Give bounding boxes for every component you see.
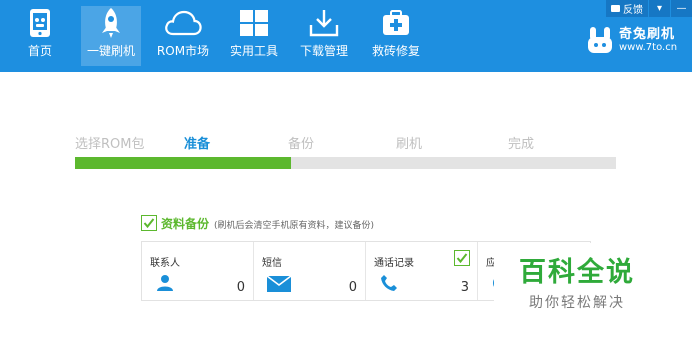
nav-one-click-flash-label: 一键刷机 — [86, 44, 135, 58]
progress-bar — [75, 157, 616, 169]
brand-url: www.7to.cn — [619, 41, 678, 53]
contact-icon — [156, 274, 174, 296]
nav-tools-label: 实用工具 — [229, 44, 278, 58]
backup-item-label: 短信 — [262, 258, 282, 269]
rocket-icon — [100, 6, 122, 40]
nav-brick-repair-label: 救砖修复 — [371, 44, 420, 58]
backup-title: 资料备份 — [161, 217, 210, 231]
step-backup: 备份 — [288, 137, 315, 152]
menu-button[interactable]: ▾ — [649, 0, 670, 17]
watermark-subtitle: 助你轻松解决 — [529, 295, 625, 311]
nav-home[interactable]: 首页 — [12, 6, 68, 66]
backup-item-label: 联系人 — [150, 258, 180, 269]
top-toolbar: 首页 一键刷机 ROM市场 实用工具 下载管理 救砖修复 反馈 ▾ — 奇兔刷机… — [0, 0, 692, 72]
call-log-checkbox[interactable] — [454, 250, 470, 266]
backup-item-contacts[interactable]: 联系人 0 — [142, 242, 254, 300]
step-flash: 刷机 — [396, 137, 423, 152]
backup-item-call-log[interactable]: 通话记录 3 — [366, 242, 478, 300]
progress-fill — [75, 157, 292, 169]
backup-checkbox[interactable] — [141, 215, 157, 231]
download-icon — [309, 6, 339, 40]
backup-item-label: 通话记录 — [374, 258, 414, 269]
nav-rom-market-label: ROM市场 — [156, 44, 210, 58]
nav-one-click-flash[interactable]: 一键刷机 — [81, 6, 141, 66]
brand-name: 奇兔刷机 — [619, 26, 676, 42]
step-select-rom: 选择ROM包 — [75, 137, 145, 152]
backup-item-sms[interactable]: 短信 0 — [254, 242, 366, 300]
medkit-icon — [382, 6, 410, 40]
minimize-icon: — — [676, 3, 687, 14]
feedback-button[interactable]: 反馈 — [606, 0, 648, 17]
nav-rom-market[interactable]: ROM市场 — [152, 6, 214, 66]
nav-tools[interactable]: 实用工具 — [226, 6, 282, 66]
nav-download-manager[interactable]: 下载管理 — [296, 6, 352, 66]
rabbit-logo-icon — [588, 27, 612, 53]
phone-icon — [28, 6, 52, 40]
watermark-title: 百科全说 — [519, 257, 635, 288]
brand-logo: 奇兔刷机 www.7to.cn — [587, 26, 677, 54]
step-prepare: 准备 — [184, 137, 211, 152]
nav-brick-repair[interactable]: 救砖修复 — [368, 6, 424, 66]
cloud-icon — [163, 6, 203, 40]
step-complete: 完成 — [508, 137, 535, 152]
backup-note: (刷机后会清空手机原有资料，建议备份) — [214, 221, 375, 231]
checkmark-icon — [456, 253, 468, 264]
chat-icon — [611, 5, 620, 12]
checkmark-icon — [143, 218, 155, 229]
minimize-button[interactable]: — — [671, 0, 692, 17]
window-controls: 反馈 ▾ — — [605, 0, 692, 17]
backup-item-count: 0 — [236, 280, 245, 295]
chevron-down-icon: ▾ — [656, 3, 663, 14]
backup-item-count: 3 — [460, 280, 469, 295]
feedback-label: 反馈 — [623, 5, 643, 16]
watermark: 百科全说 助你轻松解决 — [494, 243, 660, 327]
phone-handset-icon — [380, 274, 398, 296]
grid-icon — [239, 6, 269, 40]
envelope-icon — [266, 275, 292, 297]
backup-item-count: 0 — [348, 280, 357, 295]
nav-home-label: 首页 — [27, 44, 52, 58]
nav-download-manager-label: 下载管理 — [299, 44, 348, 58]
